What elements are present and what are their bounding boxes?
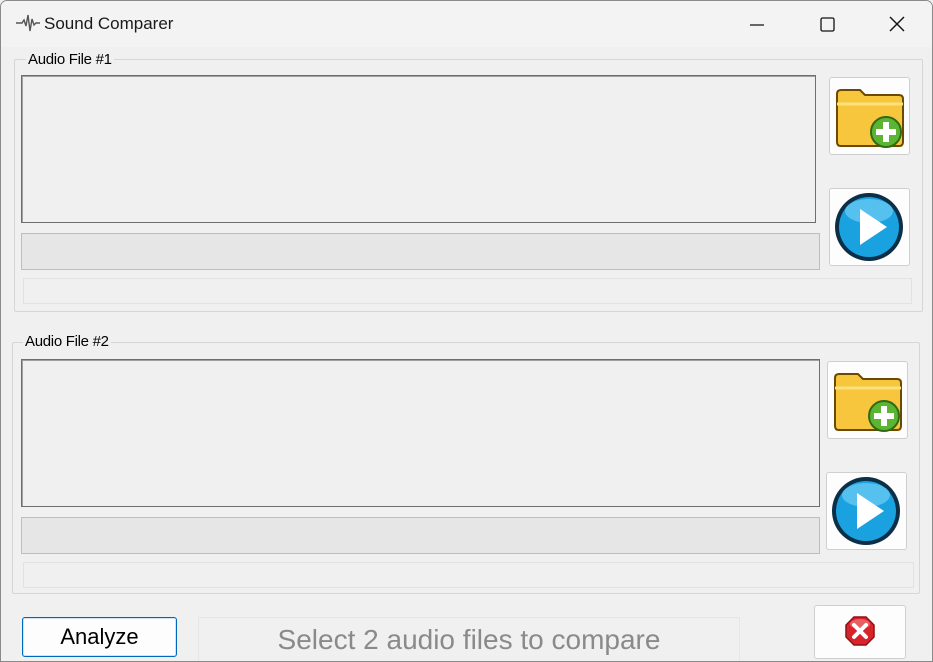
- exit-button[interactable]: [814, 605, 906, 659]
- audio-file-1-info: [23, 278, 912, 304]
- title-bar: Sound Comparer: [1, 1, 932, 47]
- audio-file-2-path-field[interactable]: [21, 517, 820, 554]
- add-folder-icon: [836, 89, 904, 148]
- audio-file-2-play-button[interactable]: [826, 472, 907, 550]
- audio-file-2-waveform: [21, 359, 820, 507]
- play-icon: [832, 477, 900, 545]
- waveform-icon: [16, 14, 40, 32]
- minimize-button[interactable]: [722, 1, 792, 47]
- window-title: Sound Comparer: [44, 14, 174, 33]
- maximize-icon: [820, 17, 835, 32]
- maximize-button[interactable]: [792, 1, 862, 47]
- red-close-icon: [845, 616, 875, 646]
- play-icon: [835, 193, 903, 261]
- audio-file-2-label: Audio File #2: [23, 333, 111, 350]
- audio-file-1-label: Audio File #1: [26, 51, 114, 68]
- close-icon: [889, 16, 905, 32]
- minimize-icon: [750, 24, 764, 26]
- audio-file-1-open-button[interactable]: [829, 77, 910, 155]
- app-window: Sound Comparer Audio File #1 Audio File …: [0, 0, 933, 662]
- audio-file-1-waveform: [21, 75, 816, 223]
- analyze-button[interactable]: Analyze: [22, 617, 177, 657]
- close-window-button[interactable]: [862, 1, 932, 47]
- audio-file-2-open-button[interactable]: [827, 361, 908, 439]
- audio-file-2-info: [23, 562, 914, 588]
- status-message: Select 2 audio files to compare: [198, 617, 740, 661]
- add-folder-icon: [834, 373, 902, 432]
- audio-file-1-play-button[interactable]: [829, 188, 910, 266]
- audio-file-1-path-field[interactable]: [21, 233, 820, 270]
